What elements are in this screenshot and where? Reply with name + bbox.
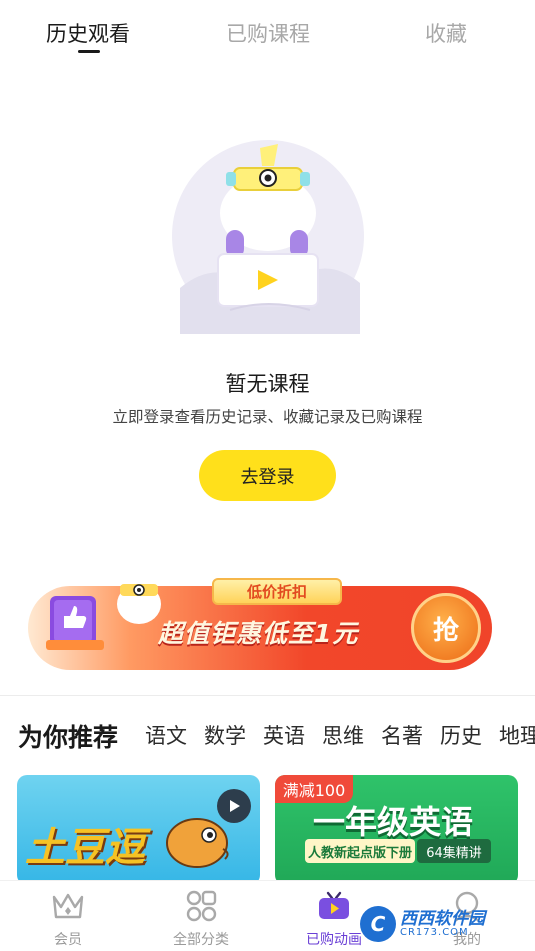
empty-state-title: 暂无课程	[225, 372, 310, 396]
empty-state-subtitle: 立即登录查看历史记录、收藏记录及已购课程	[112, 408, 423, 426]
banner-headline: 超值钜惠低至1元	[158, 619, 359, 648]
card-title: 一年级英语	[313, 803, 474, 841]
nav-member[interactable]: 会员	[13, 881, 123, 951]
tab-favorites[interactable]: 收藏	[425, 18, 467, 48]
course-card[interactable]: 土豆逗	[17, 775, 260, 885]
category-english[interactable]: 英语	[263, 724, 305, 748]
watermark-main-text: 西西软件园	[400, 908, 485, 929]
card-episodes-label: 64集精讲	[417, 839, 491, 863]
tab-history[interactable]: 历史观看	[46, 18, 130, 48]
category-classics[interactable]: 名著	[381, 724, 423, 748]
category-chinese[interactable]: 语文	[145, 724, 187, 748]
watermark-logo: C	[360, 906, 396, 942]
active-tab-indicator	[78, 50, 100, 53]
empty-state-illustration	[170, 138, 366, 334]
nav-all-categories-label: 全部分类	[173, 932, 229, 948]
category-thinking[interactable]: 思维	[322, 724, 364, 748]
watermark-sub-text: CR173.COM	[400, 926, 469, 938]
grab-button[interactable]: 抢	[411, 593, 481, 663]
card-edition-label: 人教新起点版下册	[305, 839, 415, 863]
nav-all-categories[interactable]: 全部分类	[146, 881, 256, 951]
section-divider	[0, 695, 535, 696]
course-card[interactable]: 满减100 一年级英语 人教新起点版下册 64集精讲	[275, 775, 518, 885]
nav-member-label: 会员	[54, 932, 82, 948]
promo-banner[interactable]: 低价折扣 超值钜惠低至1元 抢	[24, 568, 494, 678]
category-grid-icon	[183, 889, 219, 923]
tv-icon	[316, 889, 352, 923]
site-watermark: C 西西软件园 CR173.COM	[360, 903, 520, 945]
top-tabs: 历史观看 已购课程 收藏	[0, 0, 535, 62]
thumbs-up-book-icon	[44, 590, 108, 652]
play-icon[interactable]	[217, 789, 251, 823]
category-math[interactable]: 数学	[204, 724, 246, 748]
recommend-categories: 语文 数学 英语 思维 名著 历史 地理	[145, 720, 535, 750]
recommend-title: 为你推荐	[18, 723, 119, 752]
tab-purchased[interactable]: 已购课程	[226, 18, 310, 48]
banner-tag: 低价折扣	[212, 578, 342, 605]
login-button[interactable]: 去登录	[199, 450, 336, 501]
crown-icon	[50, 889, 86, 923]
category-history[interactable]: 历史	[440, 724, 482, 748]
category-geography[interactable]: 地理	[499, 724, 535, 748]
card-title: 土豆逗	[25, 825, 145, 871]
